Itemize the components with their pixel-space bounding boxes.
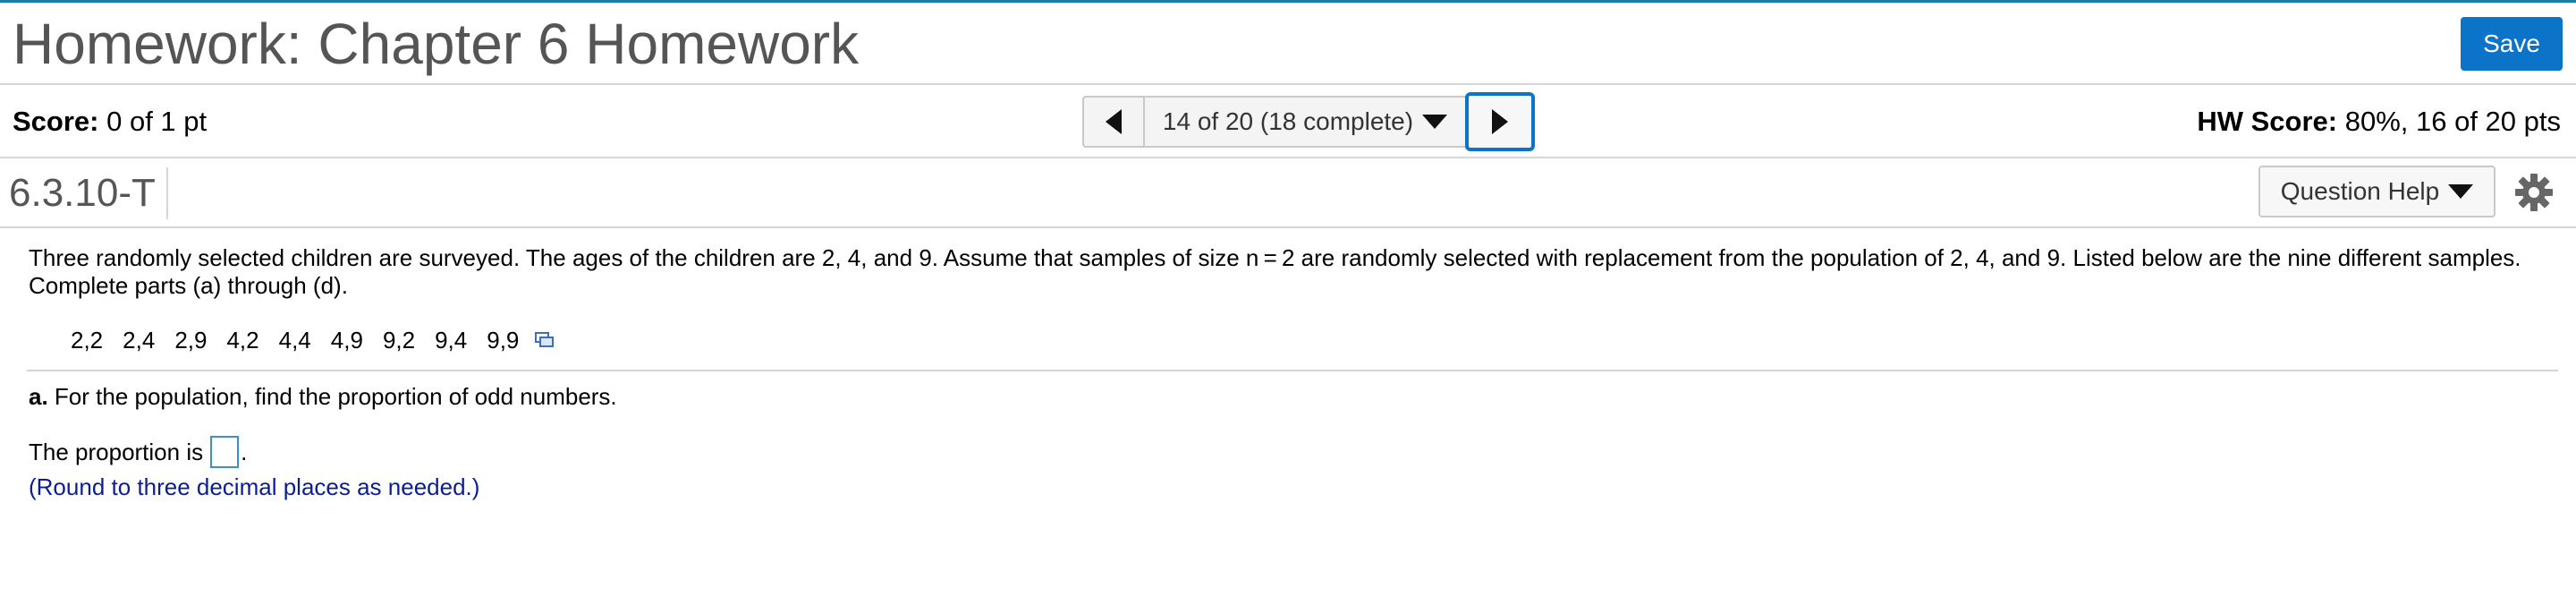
- gear-icon[interactable]: [2514, 173, 2554, 212]
- part-a-prompt: a. For the population, find the proporti…: [29, 382, 617, 411]
- hw-score: HW Score: 80%, 16 of 20 pts: [2197, 105, 2561, 139]
- previous-question-button[interactable]: [1082, 96, 1143, 148]
- hw-score-label: HW Score:: [2197, 106, 2338, 137]
- sample-item: 9,9: [487, 327, 520, 354]
- caret-down-icon: [1422, 115, 1448, 129]
- rounding-hint: (Round to three decimal places as needed…: [29, 473, 480, 500]
- triangle-left-icon: [1106, 109, 1122, 134]
- sample-item: 4,2: [226, 327, 259, 354]
- sample-item: 2,2: [71, 327, 104, 354]
- answer-line: The proportion is .: [29, 436, 247, 468]
- question-toolbar: 6.3.10-T Question Help: [0, 158, 2576, 228]
- question-prompt: Three randomly selected children are sur…: [29, 244, 2521, 299]
- question-score: Score: 0 of 1 pt: [13, 105, 207, 139]
- sample-item: 4,9: [330, 327, 363, 354]
- part-a-text: For the population, find the proportion …: [54, 383, 617, 410]
- answer-suffix: .: [241, 439, 248, 465]
- next-question-button[interactable]: [1465, 92, 1535, 151]
- answer-prefix: The proportion is: [29, 439, 204, 465]
- triangle-right-icon: [1492, 109, 1508, 134]
- question-position-label: 14 of 20 (18 complete): [1162, 107, 1414, 135]
- question-help-button[interactable]: Question Help: [2258, 166, 2496, 217]
- question-help-label: Question Help: [2280, 177, 2440, 205]
- caret-down-icon: [2448, 184, 2474, 199]
- hw-score-value: 80%, 16 of 20 pts: [2344, 106, 2561, 137]
- sample-item: 4,4: [278, 327, 311, 354]
- save-button[interactable]: Save: [2461, 17, 2563, 71]
- sample-item: 2,9: [174, 327, 208, 354]
- question-select-dropdown[interactable]: 14 of 20 (18 complete): [1143, 96, 1467, 148]
- section-divider: [27, 370, 2558, 371]
- score-label: Score:: [13, 106, 99, 137]
- question-navigator: 14 of 20 (18 complete): [1082, 92, 1535, 151]
- sample-item: 9,4: [435, 327, 468, 354]
- score-bar: Score: 0 of 1 pt 14 of 20 (18 complete) …: [0, 85, 2576, 158]
- copy-data-icon[interactable]: [535, 331, 555, 349]
- proportion-answer-input[interactable]: [210, 436, 240, 468]
- sample-item: 9,2: [382, 327, 416, 354]
- part-a-label: a.: [29, 383, 48, 410]
- page-header: Homework: Chapter 6 Homework Save: [0, 3, 2576, 85]
- sample-list: 2,2 2,4 2,9 4,2 4,4 4,9 9,2 9,4 9,9: [71, 326, 555, 354]
- question-id: 6.3.10-T: [9, 167, 168, 219]
- sample-item: 2,4: [123, 327, 156, 354]
- page-title: Homework: Chapter 6 Homework: [13, 12, 860, 76]
- score-value: 0 of 1 pt: [106, 106, 208, 137]
